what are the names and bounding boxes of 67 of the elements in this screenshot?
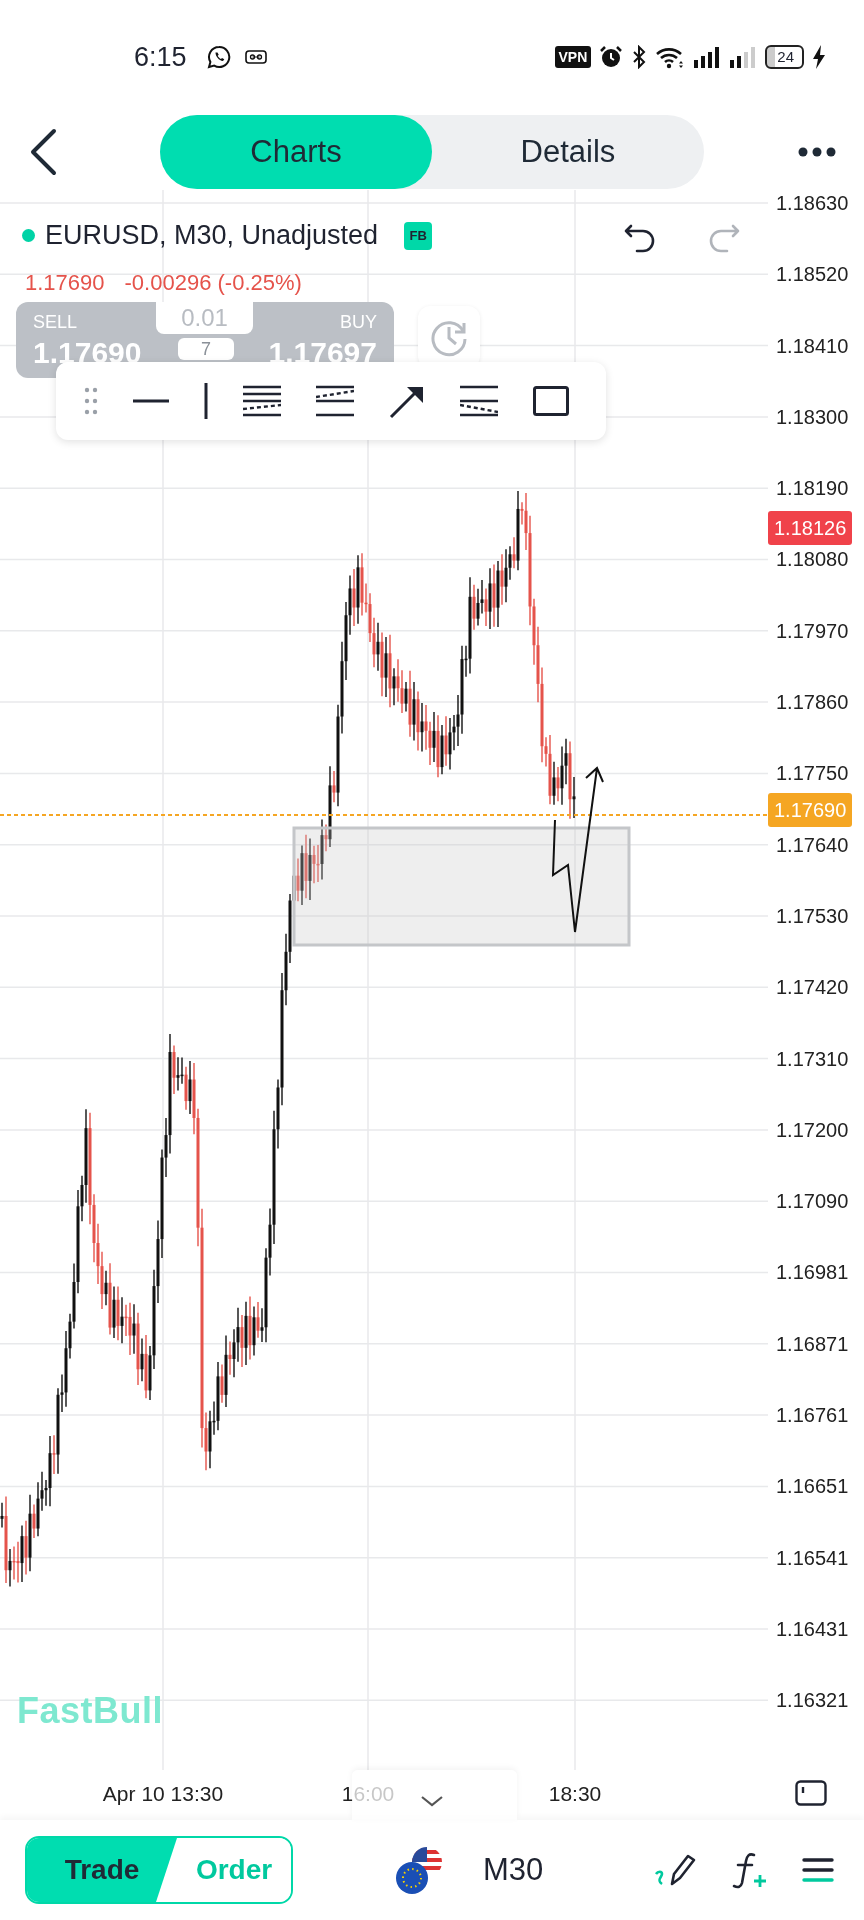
price-tick: 1.18080 <box>776 547 850 572</box>
timeframe-label[interactable]: M30 <box>483 1852 544 1888</box>
price-tick: 1.16981 <box>776 1260 850 1285</box>
back-icon[interactable] <box>28 128 58 176</box>
arrow-drawing[interactable] <box>551 766 604 933</box>
price-tick: 1.17750 <box>776 761 850 786</box>
price-tick: 1.16431 <box>776 1616 850 1641</box>
time-tick: 16:00 <box>341 1782 395 1806</box>
pencil-icon[interactable] <box>654 1852 698 1888</box>
horizontal-line-icon[interactable] <box>133 399 169 403</box>
price-tick: 1.16761 <box>776 1403 850 1428</box>
channel-icon[interactable] <box>316 385 354 417</box>
price-tick: 1.17310 <box>776 1046 850 1071</box>
bluetooth-icon <box>631 45 648 69</box>
drag-handle-icon[interactable] <box>84 387 98 415</box>
price-tick: 1.17200 <box>776 1117 850 1142</box>
chevron-down-icon[interactable] <box>420 1795 444 1807</box>
wifi-icon <box>655 45 686 69</box>
price-tick: 1.16871 <box>776 1331 850 1356</box>
time-tick: 18:30 <box>548 1782 602 1806</box>
status-dot <box>22 229 35 242</box>
charging-bolt-icon <box>812 45 826 69</box>
price-tick: 1.16651 <box>776 1474 850 1499</box>
price-tick: 1.18630 <box>776 191 850 215</box>
vpn-indicator: VPN <box>554 46 592 68</box>
symbol-title: EURUSD, M30, Unadjusted <box>45 220 379 251</box>
price-tick: 1.17420 <box>776 975 850 1000</box>
menu-icon[interactable] <box>802 1857 834 1883</box>
price-tick: 1.18520 <box>776 262 850 287</box>
sell-label: SELL <box>33 312 78 333</box>
clock-time: 6:15 <box>134 41 187 73</box>
price-marker: 1.18126 <box>768 511 853 545</box>
function-icon[interactable] <box>732 1851 768 1889</box>
rectangle-drawing[interactable] <box>292 826 631 947</box>
buy-label: BUY <box>340 312 377 333</box>
chart-logo: FastBull <box>17 1690 163 1732</box>
spread-value: 7 <box>178 338 234 360</box>
vertical-line-icon[interactable] <box>204 383 208 419</box>
last-price: 1.17690 <box>25 270 105 296</box>
tape-icon <box>244 50 267 64</box>
more-icon[interactable] <box>798 147 836 157</box>
price-tick: 1.16321 <box>776 1688 850 1713</box>
tab[interactable]: Details <box>432 115 704 189</box>
battery-level: 24 <box>765 45 804 69</box>
price-tick: 1.17090 <box>776 1189 850 1214</box>
price-change: -0.00296 (-0.25%) <box>124 270 302 296</box>
channel-icon[interactable] <box>460 385 498 417</box>
tab[interactable]: Charts <box>160 115 432 189</box>
mode-tab[interactable]: Trade <box>27 1838 177 1902</box>
source-badge: FB <box>404 221 433 250</box>
price-tick: 1.16541 <box>776 1545 850 1570</box>
price-tick: 1.17640 <box>776 832 850 857</box>
chat-bubble-icon <box>206 45 231 69</box>
price-tick: 1.18410 <box>776 333 850 358</box>
parallel-channel-icon[interactable] <box>243 385 281 417</box>
signal-icon <box>693 46 722 68</box>
rectangle-icon[interactable] <box>533 386 569 416</box>
price-tick: 1.17860 <box>776 690 850 715</box>
price-tick: 1.17970 <box>776 618 850 643</box>
signal-icon <box>729 46 758 68</box>
price-tick: 1.18300 <box>776 404 850 429</box>
price-marker: 1.17690 <box>768 793 853 827</box>
price-tick: 1.17530 <box>776 903 850 928</box>
price-tick: 1.18190 <box>776 476 850 501</box>
fullscreen-icon[interactable] <box>795 1780 827 1806</box>
time-tick: Apr 10 13:30 <box>102 1782 224 1806</box>
alarm-icon <box>599 45 624 69</box>
